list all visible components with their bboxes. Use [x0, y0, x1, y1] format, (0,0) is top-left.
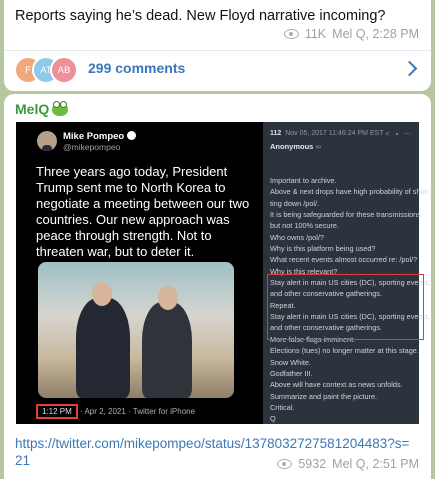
eye-icon	[283, 29, 299, 39]
person-head	[92, 282, 112, 306]
view-count: 5932	[298, 457, 327, 471]
attached-image[interactable]: Mike Pompeo @mikepompeo Three years ago …	[16, 122, 430, 424]
post-line: Elections (tues) no longer matter at thi…	[270, 346, 419, 356]
message-meta: 11K Mel Q, 2:28 PM	[283, 27, 419, 41]
post-line: Critical.	[270, 402, 295, 412]
post-number: 112	[270, 130, 282, 137]
post-line: Godfather III.	[270, 368, 313, 378]
link-icon: ∞	[315, 142, 321, 151]
tweet-date: · Apr 2, 2021 · Twitter for iPhone	[77, 407, 196, 416]
post-line: ting down /pol/.	[270, 198, 320, 208]
q-drop-screenshot: 112 Nov 05, 2017 11:46:24 PM EST < ▪ ⋯ A…	[263, 122, 430, 424]
tweet-photo	[38, 262, 234, 398]
post-line: Snow White.	[270, 357, 311, 367]
view-count: 11K	[304, 27, 327, 41]
post-line: but not 100% secure.	[270, 221, 339, 231]
post-line: Who owns /pol/?	[270, 232, 324, 242]
highlighted-time: 1:12 PM	[36, 404, 78, 419]
tweet-author: Mike Pompeo	[63, 130, 137, 142]
tweet-handle: @mikepompeo	[63, 142, 121, 152]
frog-emoji-icon	[52, 101, 69, 116]
post-line: Important to archive.	[270, 176, 337, 185]
person-figure	[76, 298, 130, 398]
post-author-name: Anonymous	[270, 142, 314, 151]
sender-name[interactable]: MelQ	[15, 101, 69, 117]
tweet-body: Three years ago today, President Trump s…	[36, 164, 250, 259]
tweet-author-name: Mike Pompeo	[63, 131, 125, 142]
message-meta: 5932 Mel Q, 2:51 PM	[277, 457, 419, 471]
post-line: Above & next drops have high probability…	[270, 187, 430, 197]
post-tool-icons: < ▪ ⋯	[385, 131, 413, 138]
post-line: Q	[270, 414, 276, 424]
post-header: 112 Nov 05, 2017 11:46:24 PM EST	[270, 130, 384, 137]
commenter-avatar: AB	[50, 56, 78, 84]
eye-icon	[277, 459, 293, 469]
post-line: It is being safeguarded for these transm…	[270, 210, 421, 220]
comments-label: 299 comments	[88, 60, 186, 76]
verified-badge-icon	[127, 131, 137, 140]
message-bubble-2[interactable]: MelQ Mike Pompeo @mikepompeo Three years…	[4, 94, 431, 479]
post-author: Anonymous ∞	[270, 142, 321, 151]
person-figure	[142, 302, 192, 398]
post-line: Summarize and paint the picture.	[270, 391, 378, 401]
message-signature: Mel Q, 2:51 PM	[332, 457, 419, 471]
post-date: Nov 05, 2017 11:46:24 PM EST	[285, 130, 384, 137]
tweet-timestamp: 1:12 PM · Apr 2, 2021 · Twitter for iPho…	[36, 404, 195, 419]
comments-button[interactable]: F AT AB 299 comments	[4, 51, 431, 91]
tweet-screenshot: Mike Pompeo @mikepompeo Three years ago …	[16, 122, 263, 424]
message-text: Reports saying he’s dead. New Floyd narr…	[15, 8, 386, 24]
avatar	[37, 131, 57, 151]
sender-label: MelQ	[15, 101, 50, 117]
person-head	[158, 286, 178, 310]
post-line: Why is this platform being used?	[270, 244, 376, 254]
chevron-right-icon	[401, 60, 418, 77]
highlight-box	[267, 274, 424, 340]
message-bubble-1[interactable]: Reports saying he’s dead. New Floyd narr…	[4, 0, 431, 91]
post-line: What recent events almost occurred re: /…	[270, 255, 418, 265]
post-line: Above will have context as news unfolds.	[270, 380, 403, 390]
message-signature: Mel Q, 2:28 PM	[332, 27, 419, 41]
